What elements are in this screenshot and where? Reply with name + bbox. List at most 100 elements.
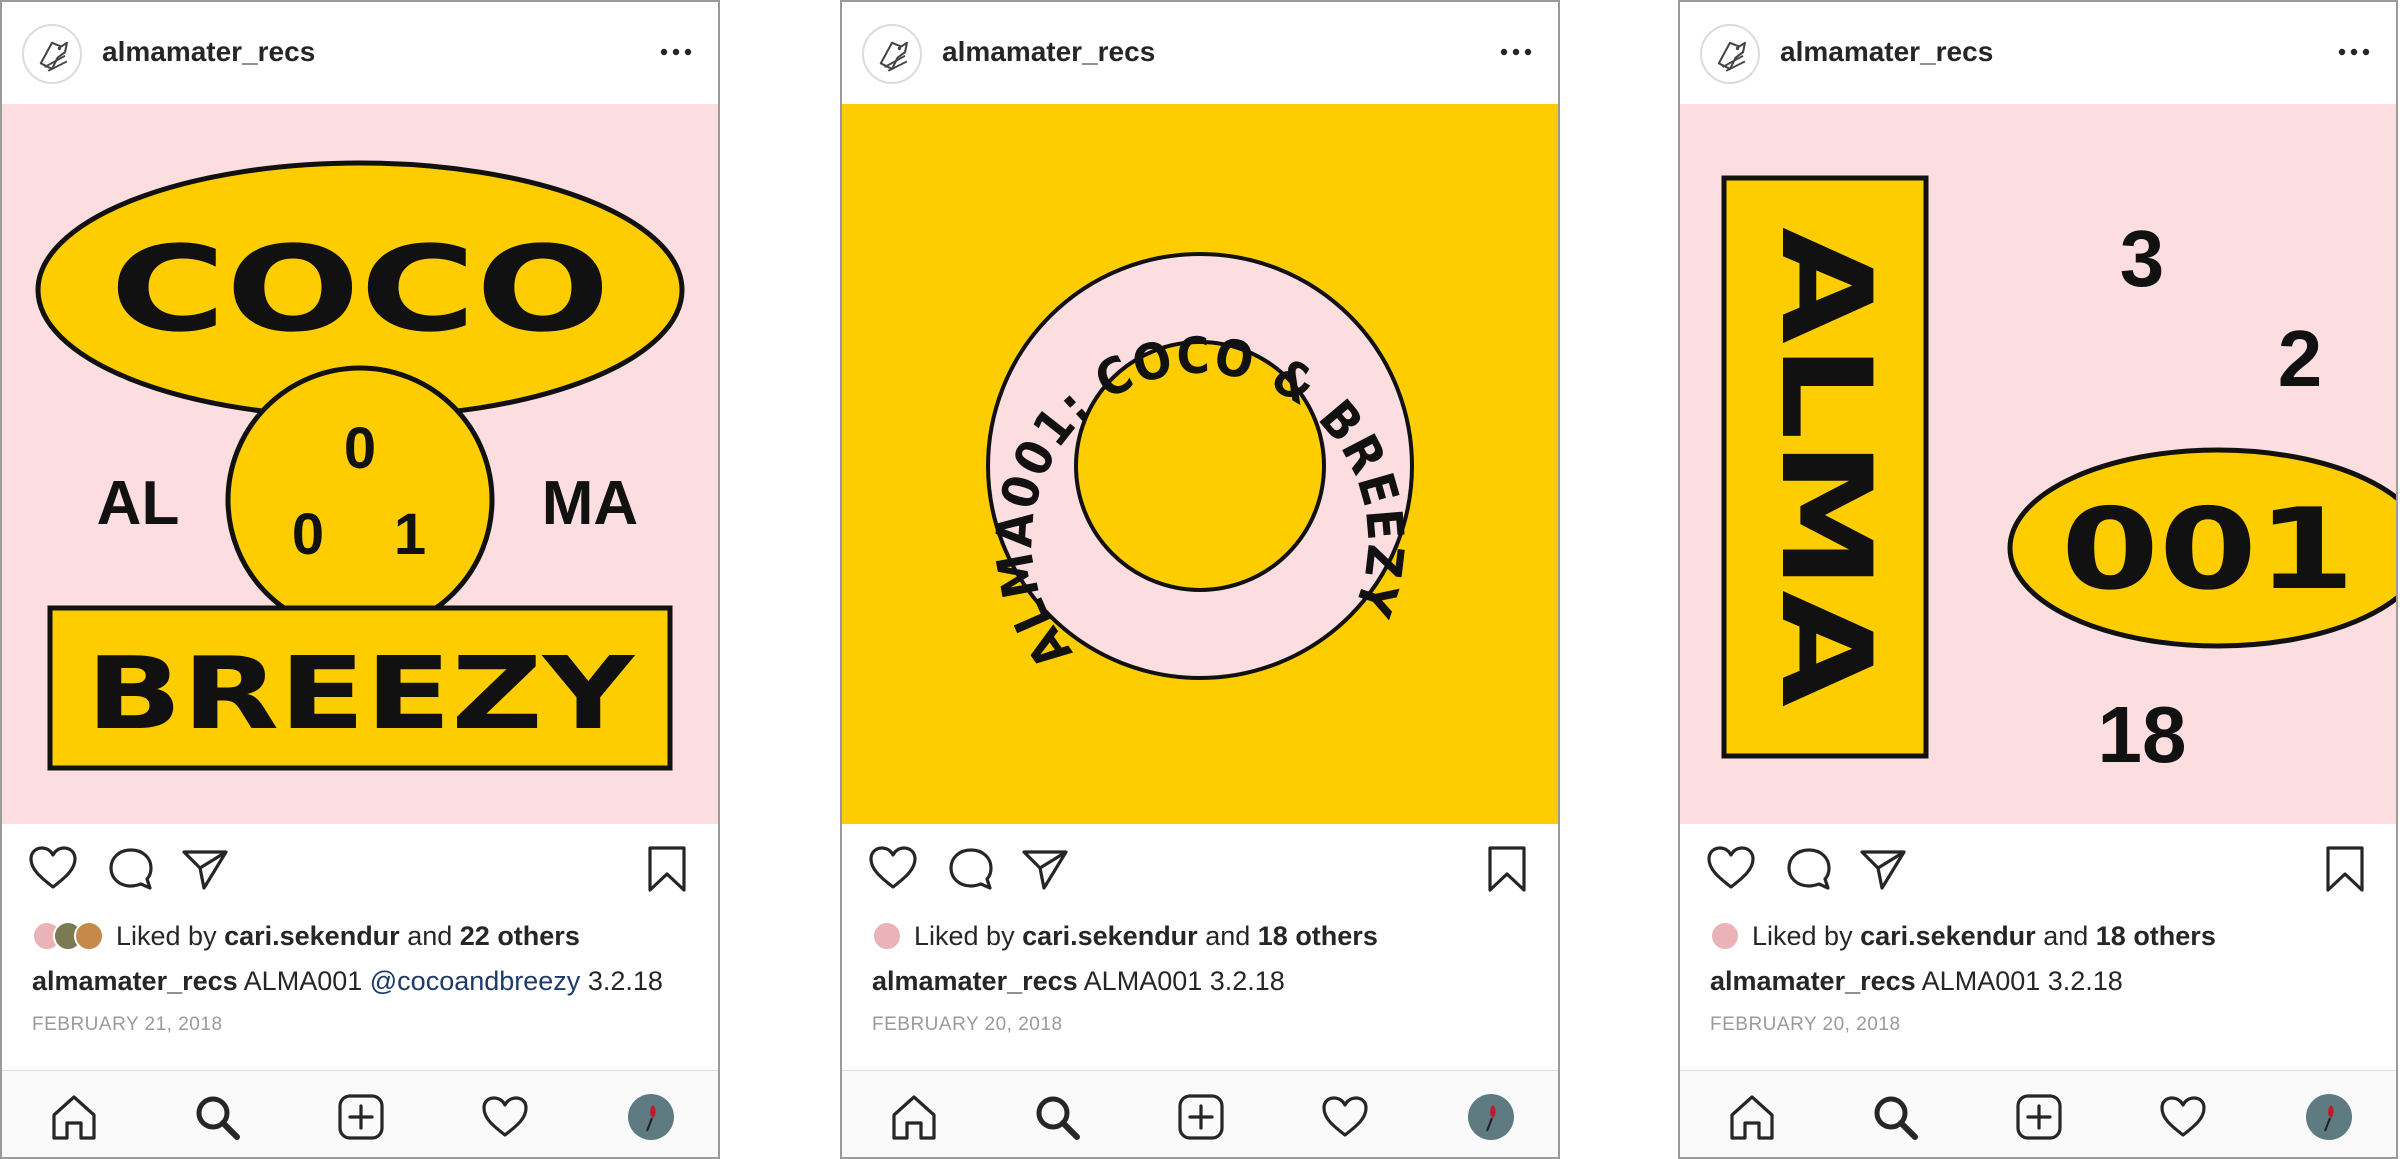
likes-row[interactable]: Liked by cari.sekendur and 22 others: [32, 918, 580, 954]
caption-text: ALMA001 3.2.18: [1083, 966, 1285, 996]
post-actions: [2, 842, 718, 902]
account-username[interactable]: almamater_recs: [942, 36, 1155, 68]
account-avatar[interactable]: [22, 24, 82, 84]
account-username[interactable]: almamater_recs: [1780, 36, 1993, 68]
likes-row[interactable]: Liked by cari.sekendur and 18 others: [872, 918, 1378, 954]
bird-logo-icon: [24, 26, 80, 82]
caption-username[interactable]: almamater_recs: [1710, 966, 1916, 996]
home-icon[interactable]: [48, 1091, 100, 1143]
plus-square-icon[interactable]: [1175, 1091, 1227, 1143]
bottom-tab-bar: [1680, 1070, 2396, 1157]
artwork-alma-vertical-text: ALMA: [1753, 227, 1897, 707]
caption-mention[interactable]: @cocoandbreezy: [370, 966, 581, 996]
profile-avatar-icon[interactable]: [2303, 1091, 2355, 1143]
likes-row[interactable]: Liked by cari.sekendur and 18 others: [1710, 918, 2216, 954]
liked-by-others[interactable]: 22 others: [460, 921, 580, 952]
post-image[interactable]: ALMA 001 3 2 18: [1680, 104, 2396, 824]
post-date: FEBRUARY 21, 2018: [32, 1014, 223, 1035]
post-date: FEBRUARY 20, 2018: [872, 1014, 1063, 1035]
heart-outline-icon[interactable]: [866, 842, 920, 896]
liked-by-and: and: [407, 920, 453, 951]
profile-avatar-icon[interactable]: [625, 1091, 677, 1143]
artwork-digit-right: 1: [394, 502, 426, 567]
account-avatar[interactable]: [1700, 24, 1760, 84]
coco-breezy-artwork: COCO 0 0 1 AL MA BREEZY: [2, 104, 718, 824]
bookmark-icon[interactable]: [1482, 842, 1532, 896]
post-image[interactable]: ALMA001: COCO & BREEZY: [842, 104, 1558, 824]
post-caption: almamater_recs ALMA001 3.2.18: [872, 966, 1285, 997]
heart-outline-icon[interactable]: [1704, 842, 1758, 896]
comment-bubble-icon[interactable]: [104, 842, 158, 896]
liked-by-others[interactable]: 18 others: [1258, 921, 1378, 952]
ellipsis-icon[interactable]: [658, 42, 694, 62]
ellipsis-icon[interactable]: [1498, 42, 1534, 62]
liked-by-user[interactable]: cari.sekendur: [1860, 921, 2036, 952]
search-icon[interactable]: [191, 1091, 243, 1143]
artwork-coco-text: COCO: [110, 220, 610, 358]
heart-icon[interactable]: [1319, 1091, 1371, 1143]
account-username[interactable]: almamater_recs: [102, 36, 315, 68]
plus-square-icon[interactable]: [335, 1091, 387, 1143]
liked-by-user[interactable]: cari.sekendur: [1022, 921, 1198, 952]
post-caption: almamater_recs ALMA001 @cocoandbreezy 3.…: [32, 966, 663, 997]
heart-icon[interactable]: [479, 1091, 531, 1143]
caption-text: ALMA001: [243, 966, 363, 996]
post-actions: [1680, 842, 2396, 902]
heart-outline-icon[interactable]: [26, 842, 80, 896]
artwork-digit-top: 0: [344, 416, 376, 481]
liker-avatar: [74, 921, 104, 951]
bookmark-icon[interactable]: [642, 842, 692, 896]
bird-logo-icon: [864, 26, 920, 82]
bookmark-icon[interactable]: [2320, 842, 2370, 896]
account-avatar[interactable]: [862, 24, 922, 84]
liker-avatars: [872, 921, 902, 951]
liked-by-others[interactable]: 18 others: [2096, 921, 2216, 952]
ellipsis-icon[interactable]: [2336, 42, 2372, 62]
search-icon[interactable]: [1031, 1091, 1083, 1143]
artwork-al-text: AL: [97, 469, 180, 538]
liked-by-prefix: Liked by: [116, 920, 217, 951]
liked-by-prefix: Liked by: [1752, 920, 1853, 951]
artwork-digit-3: 3: [2120, 214, 2165, 303]
alma-001-artwork: ALMA 001 3 2 18: [1680, 104, 2396, 824]
liked-by-and: and: [1205, 920, 1251, 951]
post-card-3: almamater_recs ALMA 001 3 2 18 Liked by …: [1678, 0, 2398, 1159]
post-header: almamater_recs: [1680, 2, 2396, 104]
post-header: almamater_recs: [842, 2, 1558, 104]
liker-avatars: [32, 921, 104, 951]
post-date: FEBRUARY 20, 2018: [1710, 1014, 1901, 1035]
post-card-1: almamater_recs COCO 0 0 1 AL MA BREEZY L…: [0, 0, 720, 1159]
search-icon[interactable]: [1869, 1091, 1921, 1143]
artwork-breezy-text: BREEZY: [86, 635, 636, 752]
liker-avatar: [872, 921, 902, 951]
paper-plane-icon[interactable]: [1856, 842, 1910, 896]
ring-artwork: ALMA001: COCO & BREEZY: [842, 104, 1558, 824]
post-header: almamater_recs: [2, 2, 718, 104]
liker-avatars: [1710, 921, 1740, 951]
home-icon[interactable]: [1726, 1091, 1778, 1143]
post-caption: almamater_recs ALMA001 3.2.18: [1710, 966, 2123, 997]
post-card-2: almamater_recs ALMA001: COCO & BREEZY Li…: [840, 0, 1560, 1159]
home-icon[interactable]: [888, 1091, 940, 1143]
liked-by-user[interactable]: cari.sekendur: [224, 921, 400, 952]
caption-username[interactable]: almamater_recs: [872, 966, 1078, 996]
plus-square-icon[interactable]: [2013, 1091, 2065, 1143]
artwork-ma-text: MA: [542, 469, 638, 538]
paper-plane-icon[interactable]: [1018, 842, 1072, 896]
caption-tail: 3.2.18: [587, 966, 663, 996]
artwork-digit-left: 0: [292, 502, 324, 567]
heart-icon[interactable]: [2157, 1091, 2209, 1143]
bottom-tab-bar: [842, 1070, 1558, 1157]
bird-logo-icon: [1702, 26, 1758, 82]
comment-bubble-icon[interactable]: [1782, 842, 1836, 896]
liked-by-and: and: [2043, 920, 2089, 951]
liker-avatar: [1710, 921, 1740, 951]
caption-username[interactable]: almamater_recs: [32, 966, 238, 996]
liked-by-prefix: Liked by: [914, 920, 1015, 951]
post-image[interactable]: COCO 0 0 1 AL MA BREEZY: [2, 104, 718, 824]
paper-plane-icon[interactable]: [178, 842, 232, 896]
artwork-digit-2: 2: [2278, 314, 2323, 403]
artwork-001-text: 001: [2061, 485, 2355, 615]
profile-avatar-icon[interactable]: [1465, 1091, 1517, 1143]
comment-bubble-icon[interactable]: [944, 842, 998, 896]
